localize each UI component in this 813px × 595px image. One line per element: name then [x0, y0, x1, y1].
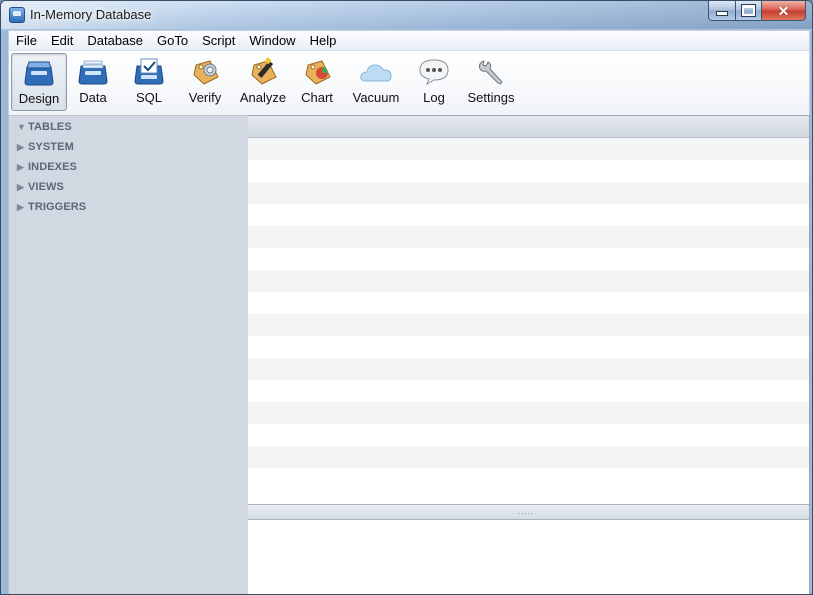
table-row[interactable]	[248, 248, 809, 270]
sidebar-tree: ▼ TABLES ▶ SYSTEM ▶ INDEXES ▶ VIEWS ▶ TR…	[8, 115, 249, 594]
title-bar[interactable]: In-Memory Database ✕	[1, 1, 812, 29]
expand-arrow-icon: ▶	[17, 181, 25, 192]
collapse-arrow-icon: ▼	[17, 122, 27, 132]
vacuum-label: Vacuum	[352, 90, 400, 105]
table-row[interactable]	[248, 226, 809, 248]
bottom-pane[interactable]	[248, 520, 809, 594]
design-icon	[24, 61, 54, 86]
app-icon[interactable]	[9, 7, 25, 23]
pane-splitter[interactable]: .....	[248, 504, 809, 520]
analyze-icon	[251, 57, 277, 85]
sql-icon	[134, 58, 164, 85]
menu-goto[interactable]: GoTo	[150, 31, 195, 51]
sidebar-item-tables[interactable]: ▼ TABLES	[17, 118, 72, 136]
menu-window[interactable]: Window	[242, 31, 302, 51]
sidebar-item-label: INDEXES	[28, 161, 77, 173]
table-row[interactable]	[248, 314, 809, 336]
toolbar: Design Data SQL Verify Analyze Chart Vac…	[8, 50, 810, 116]
settings-icon	[479, 60, 503, 85]
table-header[interactable]	[248, 116, 809, 138]
minimize-button[interactable]	[708, 1, 736, 21]
table-body	[248, 138, 809, 504]
verify-label: Verify	[188, 90, 222, 105]
maximize-button[interactable]	[736, 1, 762, 21]
analyze-label: Analyze	[239, 90, 287, 105]
expand-arrow-icon: ▶	[17, 201, 25, 212]
main-content: .....	[248, 115, 810, 594]
table-row[interactable]	[248, 424, 809, 446]
table-row[interactable]	[248, 182, 809, 204]
splitter-grip-icon: .....	[518, 507, 535, 516]
menu-script[interactable]: Script	[195, 31, 242, 51]
minimize-icon	[716, 11, 728, 16]
verify-button[interactable]: Verify	[181, 53, 229, 109]
vacuum-icon	[360, 64, 392, 82]
table-row[interactable]	[248, 292, 809, 314]
close-button[interactable]: ✕	[762, 1, 806, 21]
close-icon: ✕	[777, 2, 790, 19]
data-label: Data	[79, 90, 107, 105]
sidebar-item-label: TRIGGERS	[28, 201, 87, 213]
design-label: Design	[18, 91, 60, 106]
table-row[interactable]	[248, 270, 809, 292]
chart-icon	[305, 60, 331, 85]
table-row[interactable]	[248, 446, 809, 468]
table-row[interactable]	[248, 358, 809, 380]
expand-arrow-icon: ▶	[17, 141, 25, 152]
verify-icon	[193, 60, 219, 85]
window-title: In-Memory Database	[30, 7, 152, 22]
sql-button[interactable]: SQL	[125, 53, 173, 109]
design-button[interactable]: Design	[11, 53, 67, 111]
data-button[interactable]: Data	[69, 53, 117, 109]
menu-help[interactable]: Help	[303, 31, 344, 51]
sidebar-item-system[interactable]: ▶ SYSTEM	[17, 138, 74, 156]
app-window: In-Memory Database ✕ File Edit Database …	[0, 0, 813, 595]
table-row[interactable]	[248, 204, 809, 226]
table-row[interactable]	[248, 160, 809, 182]
table-row[interactable]	[248, 138, 809, 160]
log-label: Log	[423, 90, 445, 105]
sidebar-item-label: VIEWS	[28, 181, 64, 193]
menu-edit[interactable]: Edit	[44, 31, 80, 51]
sidebar-item-views[interactable]: ▶ VIEWS	[17, 178, 64, 196]
log-button[interactable]: Log	[411, 53, 457, 109]
menu-file[interactable]: File	[9, 31, 44, 51]
menu-database[interactable]: Database	[80, 31, 150, 51]
log-icon	[419, 59, 449, 86]
settings-button[interactable]: Settings	[465, 53, 517, 109]
data-icon	[78, 60, 108, 85]
sql-label: SQL	[135, 90, 162, 105]
analyze-button[interactable]: Analyze	[237, 53, 289, 109]
vacuum-button[interactable]: Vacuum	[347, 53, 405, 109]
sidebar-item-indexes[interactable]: ▶ INDEXES	[17, 158, 77, 176]
maximize-icon	[741, 4, 756, 17]
table-row[interactable]	[248, 380, 809, 402]
expand-arrow-icon: ▶	[17, 161, 25, 172]
sidebar-item-label: SYSTEM	[28, 141, 74, 153]
sidebar-item-label: TABLES	[28, 121, 72, 133]
table-row[interactable]	[248, 402, 809, 424]
chart-label: Chart	[301, 90, 333, 105]
window-controls: ✕	[708, 1, 806, 21]
sidebar-item-triggers[interactable]: ▶ TRIGGERS	[17, 198, 86, 216]
table-row[interactable]	[248, 468, 809, 490]
chart-button[interactable]: Chart	[295, 53, 339, 109]
menu-bar: File Edit Database GoTo Script Window He…	[8, 30, 810, 51]
table-row[interactable]	[248, 336, 809, 358]
settings-label: Settings	[467, 90, 515, 105]
